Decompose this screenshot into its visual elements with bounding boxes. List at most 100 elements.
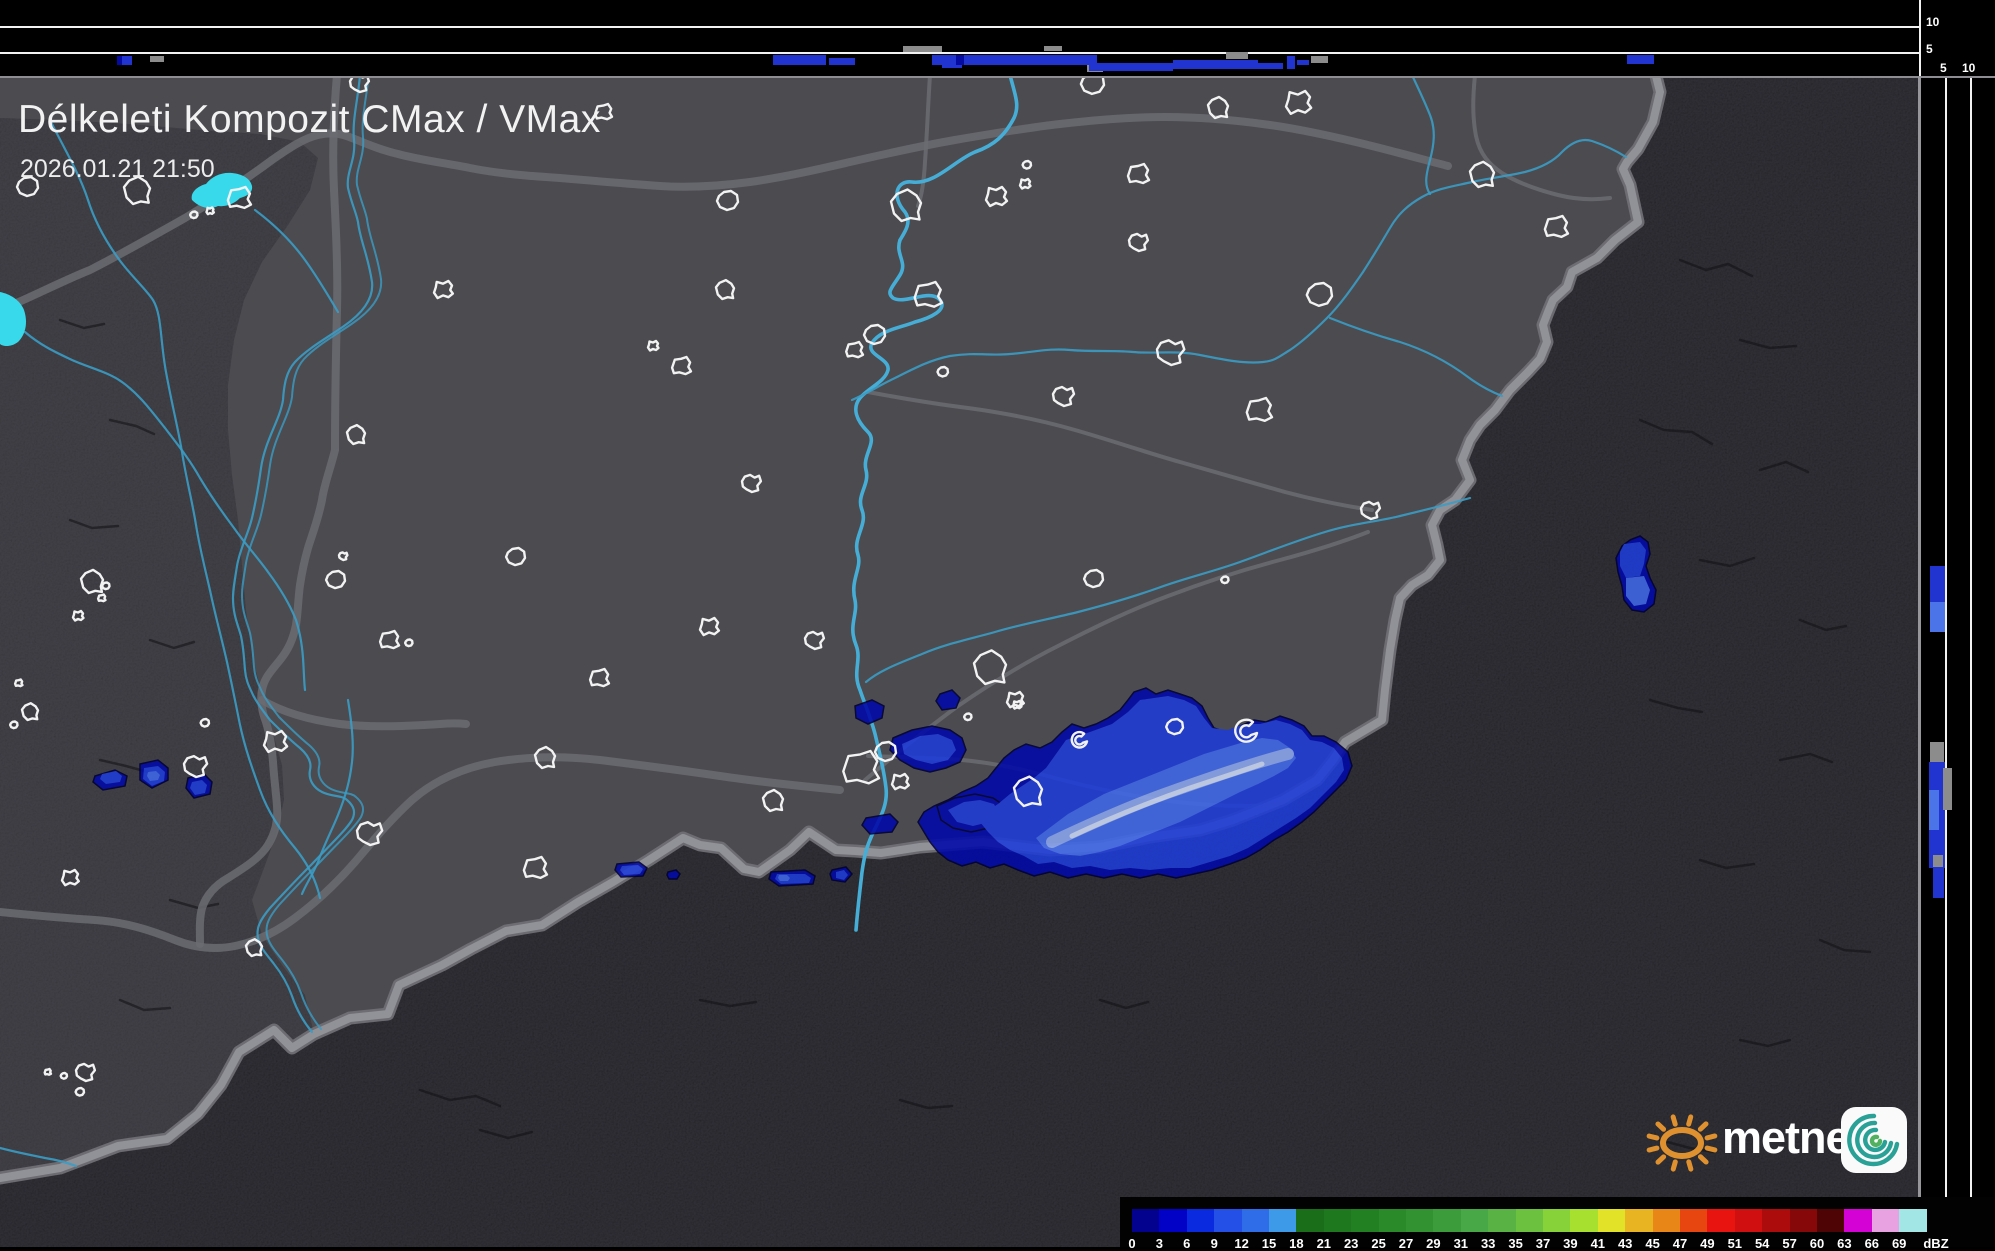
top-panel-right-edge bbox=[1919, 0, 1921, 77]
echo-top-bar bbox=[903, 46, 942, 52]
legend-cell bbox=[1406, 1209, 1434, 1232]
legend-value: 6 bbox=[1183, 1236, 1191, 1251]
legend-value: 23 bbox=[1343, 1236, 1359, 1251]
legend-cell bbox=[1652, 1209, 1681, 1232]
legend-value: 47 bbox=[1672, 1236, 1688, 1251]
legend-cell bbox=[1543, 1209, 1571, 1232]
legend-value: 27 bbox=[1398, 1236, 1414, 1251]
legend-cell bbox=[1844, 1209, 1873, 1232]
sun-ray bbox=[1697, 1154, 1709, 1165]
echo-top-bar bbox=[1311, 56, 1328, 63]
sun-ray bbox=[1704, 1145, 1718, 1153]
legend-value: 18 bbox=[1289, 1236, 1304, 1251]
legend-cell bbox=[1132, 1209, 1160, 1232]
gridline-10km bbox=[0, 26, 1920, 28]
legend-value: 3 bbox=[1155, 1236, 1163, 1251]
legend-value: 33 bbox=[1480, 1236, 1496, 1251]
echo-top-bar bbox=[1089, 63, 1173, 71]
echo-mid bbox=[620, 865, 643, 875]
echo-side-bar bbox=[1933, 855, 1943, 867]
echo-top-bar bbox=[956, 55, 964, 65]
sun-ray bbox=[1686, 1114, 1694, 1127]
legend-value: 66 bbox=[1864, 1236, 1880, 1251]
legend-value: 51 bbox=[1727, 1236, 1743, 1251]
right-gridline-5km bbox=[1945, 78, 1947, 1247]
legend-cell bbox=[1570, 1209, 1599, 1232]
dbz-color-scale: 0 3 6 9 12 15 18 21 23 25 27 29 31 33 35 37 39 41 43 45 47 49… bbox=[1120, 1197, 1995, 1251]
legend-cell bbox=[1899, 1209, 1928, 1232]
legend-cell bbox=[1488, 1209, 1517, 1232]
radar-map[interactable] bbox=[0, 0, 1995, 1247]
legend-cell bbox=[1515, 1209, 1544, 1232]
radar-composite-screen: { "header": { "title": "Délkeleti Kompoz… bbox=[0, 0, 1995, 1251]
top-axis-label-10: 10 bbox=[1926, 15, 1940, 29]
sun-ray bbox=[1646, 1133, 1660, 1141]
legend-cell bbox=[1680, 1209, 1708, 1232]
legend-cell bbox=[1323, 1209, 1352, 1232]
echo-top-bar bbox=[773, 55, 826, 65]
panel-separator-line bbox=[0, 76, 1995, 78]
sun-ray bbox=[1670, 1159, 1678, 1172]
echo-top-bar bbox=[1044, 46, 1062, 51]
legend-cell bbox=[1269, 1209, 1297, 1232]
echo-top-bar bbox=[122, 56, 132, 65]
legend-value: 39 bbox=[1563, 1236, 1578, 1251]
legend-cell bbox=[1214, 1209, 1243, 1232]
echo-top-bar bbox=[829, 58, 855, 65]
legend-value: 69 bbox=[1891, 1236, 1907, 1251]
gridline-5km bbox=[0, 52, 1920, 54]
echo-low bbox=[666, 869, 681, 880]
top-axis-label-5: 5 bbox=[1926, 42, 1933, 56]
echo-side-bar bbox=[1930, 602, 1945, 632]
echo-top-bar bbox=[150, 56, 164, 62]
legend-value: 43 bbox=[1617, 1236, 1633, 1251]
legend-value: 60 bbox=[1809, 1236, 1825, 1251]
legend-value: 21 bbox=[1316, 1236, 1332, 1251]
legend-cell bbox=[1351, 1209, 1380, 1232]
right-axis-label-5: 5 bbox=[1940, 61, 1947, 75]
echo-top-bar bbox=[1173, 60, 1258, 69]
legend-value: 15 bbox=[1261, 1236, 1277, 1251]
legend-value: 9 bbox=[1210, 1236, 1218, 1251]
legend-value: 25 bbox=[1371, 1236, 1386, 1251]
right-axis-label-10: 10 bbox=[1962, 61, 1976, 75]
page-title: Délkeleti Kompozit CMax / VMax bbox=[18, 98, 601, 141]
legend-value: 31 bbox=[1453, 1236, 1469, 1251]
legend-value: 12 bbox=[1234, 1236, 1249, 1251]
legend-cell bbox=[1734, 1209, 1763, 1232]
map-right-edge bbox=[1918, 77, 1921, 1247]
right-height-profile-panel[interactable] bbox=[1922, 78, 1995, 1247]
echo-top-bar bbox=[1627, 55, 1654, 64]
legend-cell bbox=[1433, 1209, 1462, 1232]
metnet-app-icon bbox=[1841, 1107, 1907, 1173]
legend-cell bbox=[1625, 1209, 1654, 1232]
legend-value: 41 bbox=[1590, 1236, 1606, 1251]
right-gridline-10km bbox=[1970, 78, 1972, 1247]
echo-side-bar bbox=[1930, 742, 1944, 762]
echo-top-bar bbox=[1297, 60, 1309, 65]
echo-top-bar bbox=[1226, 52, 1248, 59]
metnet-logo[interactable]: metnet bbox=[1638, 1098, 1918, 1184]
echo-side-bar bbox=[1930, 566, 1945, 606]
top-height-profile-panel[interactable] bbox=[0, 0, 1995, 76]
legend-value: 57 bbox=[1782, 1236, 1797, 1251]
legend-cell bbox=[1762, 1209, 1791, 1232]
legend-value: 35 bbox=[1508, 1236, 1523, 1251]
legend-cell bbox=[1159, 1209, 1188, 1232]
echo-side-bar bbox=[1929, 790, 1939, 830]
sun-ray bbox=[1655, 1121, 1667, 1132]
sun-ray bbox=[1686, 1159, 1694, 1172]
legend-value: 37 bbox=[1535, 1236, 1551, 1251]
legend-cell bbox=[1789, 1209, 1818, 1232]
sun-ray bbox=[1704, 1133, 1718, 1141]
legend-value: 54 bbox=[1754, 1236, 1770, 1251]
legend-value: 63 bbox=[1837, 1236, 1852, 1251]
legend-value: 45 bbox=[1645, 1236, 1660, 1251]
legend-cell bbox=[1186, 1209, 1215, 1232]
legend-value: 29 bbox=[1426, 1236, 1441, 1251]
echo-side-bar bbox=[1933, 868, 1944, 898]
legend-cell bbox=[1296, 1209, 1325, 1232]
sun-ray bbox=[1670, 1114, 1678, 1127]
sun-icon bbox=[1646, 1114, 1718, 1172]
legend-cell bbox=[1241, 1209, 1270, 1232]
